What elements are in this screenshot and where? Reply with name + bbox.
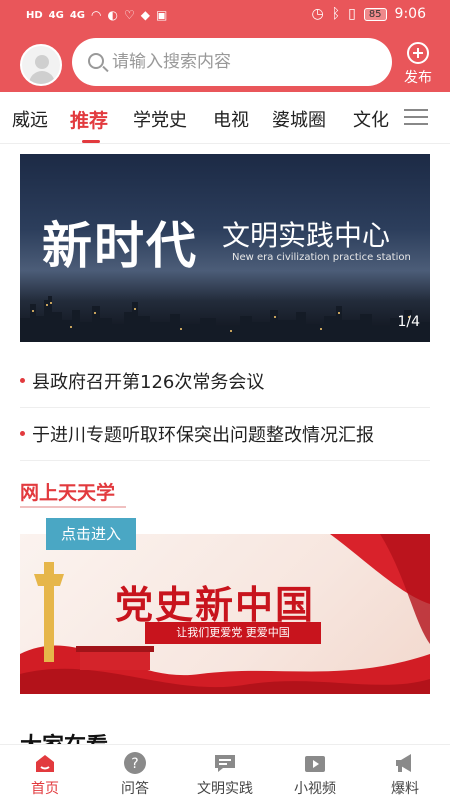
vibrate-icon: ▯ bbox=[348, 6, 356, 22]
tab-tv[interactable]: 电视 bbox=[213, 106, 249, 132]
banner-title-sub: 文明实践中心 bbox=[222, 219, 391, 252]
active-tab-indicator bbox=[82, 140, 100, 143]
banner-carousel[interactable]: 新时代 文明实践中心 New era civilization practice… bbox=[20, 154, 430, 342]
promo-title: 党史新中国 bbox=[115, 582, 316, 627]
nav-label: 爆料 bbox=[391, 781, 419, 797]
nav-label: 文明实践 bbox=[197, 781, 253, 797]
chat-icon bbox=[213, 751, 237, 775]
bullet-dot bbox=[20, 431, 25, 436]
nav-short-video[interactable]: 小视频 bbox=[270, 751, 360, 798]
city-skyline-image bbox=[20, 296, 430, 342]
signal-right: 4G bbox=[69, 9, 86, 21]
app-header: HD 4G 4G ◠ ◐ ♡ ◆ ▣ ◷ ᛒ ▯ 85 9:06 请输入搜索内容… bbox=[0, 0, 450, 92]
nav-label: 问答 bbox=[121, 781, 149, 797]
promo-subtitle: 让我们更爱党 更爱中国 bbox=[145, 622, 321, 644]
alarm-icon: ◷ bbox=[311, 6, 324, 22]
section-underline bbox=[20, 506, 126, 508]
category-tabs: 威远 推荐 学党史 电视 婆城圈 文化 bbox=[0, 92, 450, 144]
news-title: 于进川专题听取环保突出问题整改情况汇报 bbox=[32, 425, 374, 446]
status-bar: HD 4G 4G ◠ ◐ ♡ ◆ ▣ ◷ ᛒ ▯ 85 9:06 bbox=[0, 0, 450, 30]
news-title: 县政府召开第126次常务会议 bbox=[32, 372, 265, 393]
question-icon: ? bbox=[123, 751, 147, 775]
nav-civilization[interactable]: 文明实践 bbox=[180, 751, 270, 798]
banner-title-big: 新时代 bbox=[42, 217, 198, 275]
promo-banner[interactable]: 党史新中国 让我们更爱党 更爱中国 bbox=[20, 534, 430, 694]
nav-qa[interactable]: ? 问答 bbox=[90, 751, 180, 798]
signal-left: 4G bbox=[48, 9, 64, 21]
enter-button[interactable]: 点击进入 bbox=[46, 518, 136, 550]
wifi-icon: ◠ bbox=[91, 8, 102, 22]
search-icon bbox=[88, 53, 104, 69]
publish-label: 发布 bbox=[404, 70, 432, 86]
tab-city-circle[interactable]: 婆城圈 bbox=[272, 106, 326, 132]
clock: 9:06 bbox=[394, 6, 426, 22]
nav-label: 小视频 bbox=[294, 781, 336, 797]
nav-report[interactable]: 爆料 bbox=[360, 751, 450, 798]
news-item[interactable]: 县政府召开第126次常务会议 bbox=[20, 356, 430, 408]
megaphone-icon bbox=[393, 751, 417, 775]
tab-recommend[interactable]: 推荐 bbox=[70, 106, 108, 133]
svg-text:?: ? bbox=[131, 756, 138, 772]
bullet-dot bbox=[20, 378, 25, 383]
tab-culture[interactable]: 文化 bbox=[353, 106, 389, 132]
nav-home[interactable]: 首页 bbox=[0, 751, 90, 798]
publish-button[interactable]: 发布 bbox=[398, 42, 438, 87]
search-bar[interactable]: 请输入搜索内容 bbox=[72, 38, 392, 86]
app-icon: ▣ bbox=[155, 8, 168, 22]
news-item[interactable]: 于进川专题听取环保突出问题整改情况汇报 bbox=[20, 409, 430, 461]
tabs-fade bbox=[388, 92, 404, 143]
search-input[interactable]: 请输入搜索内容 bbox=[112, 38, 231, 86]
section-title: 网上天天学 bbox=[20, 482, 116, 504]
battery-indicator: 85 bbox=[363, 7, 387, 21]
plus-icon bbox=[407, 42, 429, 64]
home-icon bbox=[33, 751, 57, 775]
tab-party-history[interactable]: 学党史 bbox=[133, 106, 187, 132]
notification-icon: ◐ bbox=[107, 8, 118, 22]
banner-pager: 1/4 bbox=[397, 314, 420, 330]
tab-weiyuan[interactable]: 威远 bbox=[12, 106, 48, 132]
bluetooth-icon: ᛒ bbox=[331, 6, 341, 22]
heart-icon: ♡ bbox=[123, 8, 135, 22]
bottom-nav: 首页 ? 问答 文明实践 小视频 爆料 bbox=[0, 744, 450, 800]
video-icon bbox=[303, 751, 327, 775]
avatar-head bbox=[35, 55, 49, 69]
avatar[interactable] bbox=[20, 44, 62, 86]
shield-icon: ◆ bbox=[140, 8, 150, 22]
avatar-body bbox=[29, 71, 55, 84]
menu-icon[interactable] bbox=[404, 109, 428, 127]
nav-label: 首页 bbox=[31, 781, 59, 797]
banner-subtitle-en: New era civilization practice station bbox=[232, 252, 411, 263]
hd-badge: HD bbox=[26, 9, 43, 21]
